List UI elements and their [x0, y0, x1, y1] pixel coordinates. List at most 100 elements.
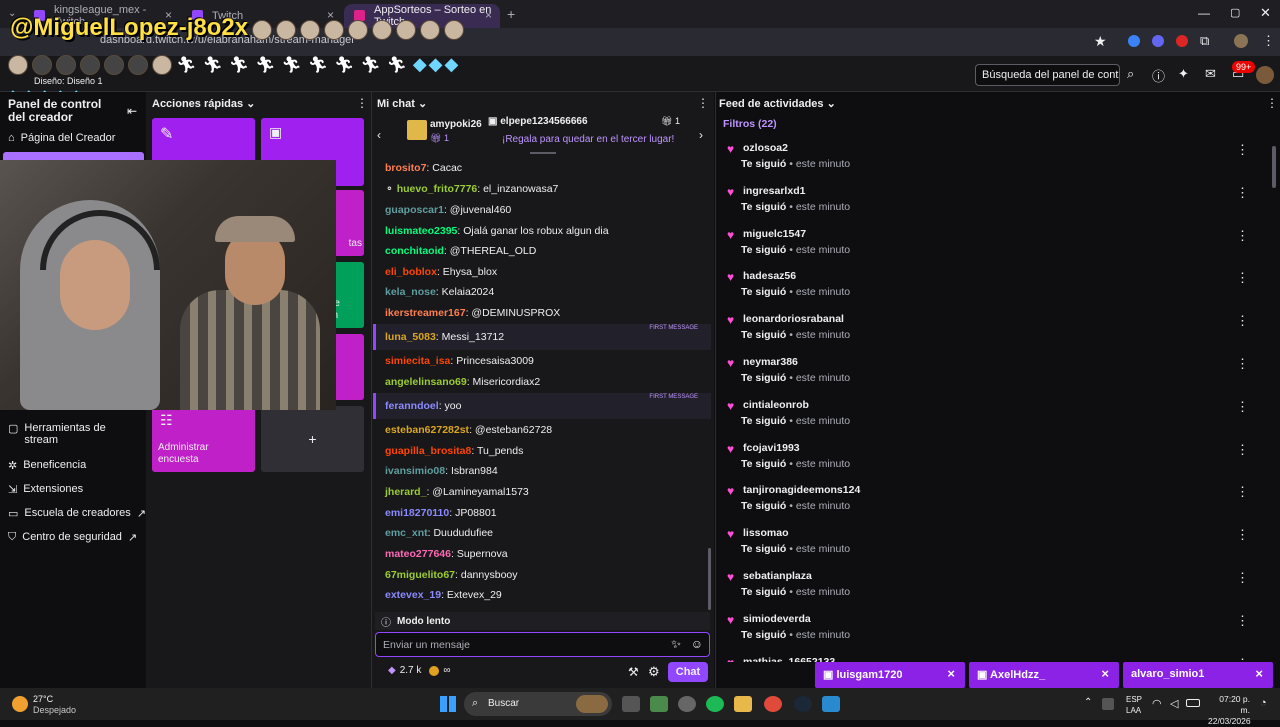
feed-item[interactable]: ♥ miguelc1547 Te siguió • este minuto ⋮: [727, 228, 1267, 262]
chat-username[interactable]: huevo_frito7776: [397, 183, 478, 195]
minimize-button[interactable]: —: [1198, 6, 1210, 20]
channel-points[interactable]: ◆ 2.7 k ∞: [388, 665, 451, 676]
chat-username[interactable]: ivansimio08: [385, 465, 445, 477]
sparkle-icon[interactable]: ✦: [1178, 66, 1189, 82]
feed-item[interactable]: ♥ ozlosoa2 Te siguió • este minuto ⋮: [727, 142, 1267, 176]
chat-message[interactable]: extevex_19: Extevex_29: [385, 589, 502, 601]
more-options-icon[interactable]: ⋮: [1236, 185, 1249, 201]
quick-actions-title[interactable]: Acciones rápidas ⌄: [152, 97, 255, 110]
feed-item[interactable]: ♥ ingresarlxd1 Te siguió • este minuto ⋮: [727, 185, 1267, 219]
chat-message[interactable]: angelelinsano69: Misericordiax2: [385, 376, 540, 388]
chat-message[interactable]: 67miguelito67: dannysbooy: [385, 569, 518, 581]
chat-username[interactable]: guaposcar1: [385, 204, 444, 216]
chat-message[interactable]: ikerstreamer167: @DEMINUSPROX: [385, 307, 560, 319]
chat-username[interactable]: luismateo2395: [385, 225, 457, 237]
chat-username[interactable]: kela_nose: [385, 286, 436, 298]
chat-username[interactable]: mateo277646: [385, 548, 451, 560]
chat-send-button[interactable]: Chat: [668, 662, 708, 682]
task-view-icon[interactable]: [622, 696, 640, 712]
feed-item[interactable]: ♥ lissomao Te siguió • este minuto ⋮: [727, 527, 1267, 561]
chat-message[interactable]: jherard_: @Lamineyamal1573: [385, 486, 529, 498]
feed-item[interactable]: ♥ cintialeonrob Te siguió • este minuto ⋮: [727, 399, 1267, 433]
feed-item[interactable]: ♥ neymar386 Te siguió • este minuto ⋮: [727, 356, 1267, 390]
activity-feed-title[interactable]: Feed de actividades ⌄: [719, 97, 836, 110]
chat-message[interactable]: ⚬ huevo_frito7776: el_inzanowasa7: [385, 183, 558, 195]
chat-message[interactable]: simiecita_isa: Princesaisa3009: [385, 355, 534, 367]
gift-prev-icon[interactable]: ‹: [377, 128, 381, 142]
layout-label[interactable]: Diseño: Diseño 1: [34, 76, 103, 86]
windows-start-icon[interactable]: [440, 696, 456, 712]
sidebar-item-stream-tools[interactable]: ▢ Herramientas de stream: [8, 422, 128, 446]
more-options-icon[interactable]: ⋮: [1236, 527, 1249, 543]
more-options-icon[interactable]: ⋮: [1236, 142, 1249, 158]
volume-icon[interactable]: ◁: [1170, 697, 1178, 710]
puzzle-icon[interactable]: ⧉: [1200, 33, 1209, 49]
notification-center-icon[interactable]: ◔: [1260, 697, 1267, 709]
tray-chevron-icon[interactable]: ⌃: [1084, 697, 1092, 708]
window-close-button[interactable]: ✕: [1260, 5, 1271, 21]
more-options-icon[interactable]: ⋮: [1236, 613, 1249, 629]
gift-next-icon[interactable]: ›: [699, 128, 703, 142]
chat-message[interactable]: kela_nose: Kelaia2024: [385, 286, 494, 298]
extension-icon[interactable]: [1152, 35, 1164, 47]
bookmark-star-icon[interactable]: ★: [1094, 33, 1107, 50]
close-icon[interactable]: ×: [485, 8, 492, 22]
clock[interactable]: 07:20 p. m. 22/03/2026: [1208, 694, 1251, 727]
dashboard-search-input[interactable]: Búsqueda del panel de control: [975, 64, 1120, 86]
chrome-icon[interactable]: [764, 696, 782, 712]
mod-tools-icon[interactable]: ⚒: [628, 665, 639, 679]
battery-icon[interactable]: [1186, 699, 1200, 707]
close-icon[interactable]: ×: [947, 666, 955, 681]
feed-username[interactable]: ozlosoa2: [743, 142, 788, 154]
more-options-icon[interactable]: ⋮: [1236, 270, 1249, 286]
feed-item[interactable]: ♥ tanjironagideemons124 Te siguió • este m…: [727, 484, 1267, 518]
chat-message[interactable]: eli_boblox: Ehysa_blox: [385, 266, 497, 278]
tray-icon[interactable]: [1102, 698, 1114, 710]
search-icon[interactable]: ⌕: [1127, 66, 1134, 82]
chat-username[interactable]: guapilla_brosita8: [385, 445, 471, 457]
app-icon[interactable]: [822, 696, 840, 712]
more-options-icon[interactable]: ⋮: [1236, 356, 1249, 372]
add-quick-action-button[interactable]: +: [261, 406, 364, 472]
gear-icon[interactable]: ⚙: [648, 664, 660, 680]
sidebar-item-extensions[interactable]: ⇲ Extensiones: [8, 483, 83, 496]
feed-username[interactable]: cintialeonrob: [743, 399, 809, 411]
file-explorer-icon[interactable]: [734, 696, 752, 712]
feed-pill[interactable]: ▣ luisgam1720 ×: [815, 662, 965, 688]
panel-menu-icon[interactable]: ⋮: [1266, 96, 1278, 110]
chat-username[interactable]: 67miguelito67: [385, 569, 455, 581]
extension-icon[interactable]: [1176, 35, 1188, 47]
close-icon[interactable]: ×: [1101, 666, 1109, 681]
maximize-button[interactable]: ▢: [1230, 6, 1240, 19]
chat-username[interactable]: jherard_: [385, 486, 426, 498]
new-tab-button[interactable]: +: [507, 6, 515, 22]
taskbar-search[interactable]: ⌕ Buscar: [464, 692, 612, 716]
sidebar-item-creator-page[interactable]: ⌂ Página del Creador: [8, 132, 115, 144]
spotify-icon[interactable]: [706, 696, 724, 712]
feed-username[interactable]: fcojavi1993: [743, 442, 800, 454]
panel-menu-icon[interactable]: ⋮: [356, 96, 368, 110]
wifi-icon[interactable]: ◠: [1152, 697, 1162, 710]
gift-cta[interactable]: ¡Regala para quedar en el tercer lugar!: [502, 134, 674, 145]
chat-message[interactable]: conchitaoid: @THEREAL_OLD: [385, 245, 536, 257]
chat-username[interactable]: emi18270110: [385, 507, 449, 519]
chat-message[interactable]: guapilla_brosita8: Tu_pends: [385, 445, 523, 457]
chat-username[interactable]: esteban627282st: [385, 424, 469, 436]
profile-icon[interactable]: [1234, 34, 1248, 48]
feed-username[interactable]: hadesaz56: [743, 270, 796, 282]
chat-username[interactable]: ikerstreamer167: [385, 307, 466, 319]
chat-username[interactable]: brosito7: [385, 162, 426, 174]
feed-filters[interactable]: Filtros (22): [723, 118, 777, 130]
feed-username[interactable]: tanjironagideemons124: [743, 484, 860, 496]
panel-menu-icon[interactable]: ⋮: [697, 96, 709, 110]
feed-item[interactable]: ♥ simiodeverda Te siguió • este minuto ⋮: [727, 613, 1267, 647]
chat-message[interactable]: mateo277646: Supernova: [385, 548, 508, 560]
chat-message[interactable]: esteban627282st: @esteban62728: [385, 424, 552, 436]
chat-message[interactable]: guaposcar1: @juvenal460: [385, 204, 511, 216]
chat-message[interactable]: luismateo2395: Ojalá ganar los robux alg…: [385, 225, 609, 237]
help-icon[interactable]: ⓘ: [1152, 66, 1165, 85]
sidebar-item-creator-school[interactable]: ▭ Escuela de creadores ↗: [8, 507, 146, 520]
chat-title[interactable]: Mi chat ⌄: [377, 97, 427, 110]
chat-username[interactable]: feranndoel: [385, 400, 439, 412]
feed-username[interactable]: neymar386: [743, 356, 798, 368]
